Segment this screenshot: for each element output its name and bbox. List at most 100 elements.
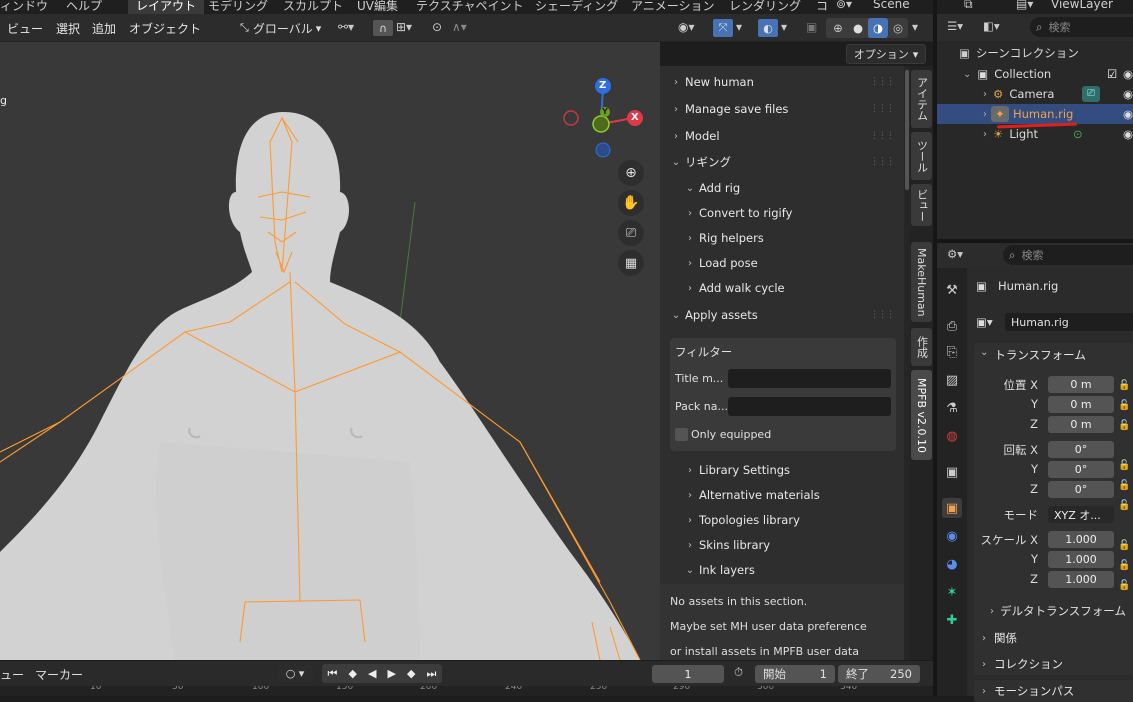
asset-section-skins-library[interactable]: › Skins library xyxy=(660,533,910,557)
chevron-down-icon[interactable]: ⌄ xyxy=(980,347,988,358)
tab-animation[interactable]: アニメーション xyxy=(631,0,715,14)
falloff-icon[interactable]: ∧▾ xyxy=(452,20,467,34)
menu-select[interactable]: 選択 xyxy=(56,20,80,37)
tab-rendering[interactable]: レンダリング xyxy=(729,0,801,14)
location-y-field[interactable]: 0 m xyxy=(1048,396,1114,413)
tab-modeling[interactable]: モデリング xyxy=(208,0,268,14)
menu-add[interactable]: 追加 xyxy=(92,20,116,37)
data-browse-icon[interactable]: ▣▾ xyxy=(976,313,1004,331)
timeline-ruler[interactable]: 10 50 100 150 200 240 250 290 300 340 xyxy=(0,686,933,696)
panel-item-load-pose[interactable]: › Load pose xyxy=(660,251,910,275)
rotation-y-field[interactable]: 0° xyxy=(1048,461,1114,478)
solid-shading-icon[interactable]: ● xyxy=(850,20,866,36)
scene-collection-row[interactable]: ▣ シーンコレクション xyxy=(937,43,1133,63)
drag-handle-icon[interactable]: ⋮⋮⋮ xyxy=(870,157,895,167)
snap-target-icon[interactable]: ⊞▾ xyxy=(396,20,412,34)
tab-sculpt[interactable]: スカルプト xyxy=(283,0,343,14)
overlay-toggle-icon[interactable]: ◐ xyxy=(757,18,779,38)
drag-handle-icon[interactable]: ⋮⋮⋮ xyxy=(870,77,895,87)
particles-tab-icon[interactable]: ◕ xyxy=(942,554,962,574)
world-tab-icon[interactable]: ◍ xyxy=(942,426,962,446)
title-filter-input[interactable] xyxy=(728,369,891,388)
timeline-view-menu[interactable]: ュー xyxy=(0,666,24,683)
eye-icon[interactable]: ◉ xyxy=(1123,107,1133,121)
gizmo-toggle-icon[interactable]: ⤧ xyxy=(712,18,734,38)
panel-item-convert-to-rigify[interactable]: › Convert to rigify xyxy=(660,201,910,225)
tab-create[interactable]: 作成 xyxy=(911,328,932,366)
asset-section-library-settings[interactable]: › Library Settings xyxy=(660,458,910,482)
xray-icon[interactable]: ▣ xyxy=(806,20,817,34)
end-frame-field[interactable]: 終了 250 xyxy=(838,665,920,683)
tab-uv[interactable]: UV編集 xyxy=(357,0,398,14)
rotation-z-field[interactable]: 0° xyxy=(1048,481,1114,498)
next-keyframe-icon[interactable]: ◆ xyxy=(407,667,415,680)
scene-icon[interactable]: ⊚▾ xyxy=(836,0,852,11)
menu-object[interactable]: オブジェクト xyxy=(129,20,201,37)
chevron-down-icon[interactable]: ⌄ xyxy=(963,69,971,80)
rotation-mode-dropdown[interactable]: XYZ オ... xyxy=(1048,506,1114,523)
panel-item-add-rig[interactable]: ⌄ Add rig xyxy=(660,176,910,200)
tab-tool[interactable]: ツール xyxy=(911,132,932,180)
chevron-right-icon[interactable]: › xyxy=(983,89,987,100)
tool-tab-icon[interactable]: ⚒ xyxy=(942,280,962,300)
panel-item-rig-helpers[interactable]: › Rig helpers xyxy=(660,226,910,250)
proportional-edit-icon[interactable]: ⊙ xyxy=(432,20,442,34)
play-icon[interactable]: ▶ xyxy=(388,667,396,680)
ortho-grid-icon[interactable]: ▦ xyxy=(618,250,644,276)
viewlayer-name[interactable]: ViewLayer xyxy=(1051,0,1113,11)
panel-item-model[interactable]: › Model ⋮⋮⋮ xyxy=(660,124,910,148)
modifier-tab-icon[interactable]: ◉ xyxy=(942,526,962,546)
armature-data-tab-icon[interactable]: ✚ xyxy=(942,610,962,630)
editor-type-icon[interactable]: ☰▾ xyxy=(947,19,963,33)
outliner-row-human-rig[interactable]: › ✦ Human.rig ◉ xyxy=(937,104,1133,124)
visibility-icon[interactable]: ◉▾ xyxy=(678,20,695,34)
motion-paths-panel[interactable]: › モーションパス xyxy=(974,680,1133,702)
checkbox-icon[interactable]: ☑ xyxy=(1107,67,1117,81)
asset-section-topologies-library[interactable]: › Topologies library xyxy=(660,508,910,532)
properties-search[interactable]: ⌕ 検索 xyxy=(1003,245,1133,265)
tab-item[interactable]: アイテム xyxy=(911,70,932,128)
asset-section-ink-layers[interactable]: ⌄ Ink layers xyxy=(660,558,910,582)
lock-icons[interactable]: 🔓 🔓 🔓 🔓 🔓 🔓 🔓 🔓 🔓 xyxy=(1118,376,1133,591)
location-z-field[interactable]: 0 m xyxy=(1048,416,1114,433)
rendered-shading-icon[interactable]: ◎ xyxy=(890,20,906,36)
play-reverse-icon[interactable]: ◀ xyxy=(368,667,376,680)
editor-type-icon[interactable]: ⚙▾ xyxy=(947,247,963,261)
camera-view-icon[interactable]: ⎚ xyxy=(618,220,644,246)
jump-end-icon[interactable]: ⏭ xyxy=(427,667,437,681)
asset-section-alternative-materials[interactable]: › Alternative materials xyxy=(660,483,910,507)
keyframe-type-dropdown[interactable]: ○ ▾ xyxy=(276,664,314,683)
render-tab-icon[interactable]: ⎙ xyxy=(942,316,962,336)
menu-help[interactable]: ヘルプ xyxy=(66,0,102,14)
physics-tab-icon[interactable]: ✶ xyxy=(942,582,962,602)
pivot-icon[interactable]: ⚯▾ xyxy=(338,20,354,34)
eye-icon[interactable]: ◉ xyxy=(1123,67,1133,81)
panel-item-manage-save-files[interactable]: › Manage save files ⋮⋮⋮ xyxy=(660,97,910,121)
scale-x-field[interactable]: 1.000 xyxy=(1048,531,1114,548)
relations-panel[interactable]: › 関係 xyxy=(974,627,1133,649)
prev-keyframe-icon[interactable]: ◆ xyxy=(348,667,356,680)
light-data-icon[interactable]: ⊙ xyxy=(1073,127,1083,141)
tab-shading[interactable]: シェーディング xyxy=(535,0,618,14)
overlay-menu-icon[interactable]: ▾ xyxy=(781,20,787,34)
display-mode-icon[interactable]: ◧▾ xyxy=(983,19,1000,33)
chevron-right-icon[interactable]: › xyxy=(983,109,987,120)
camera-data-icon[interactable]: ⎚ xyxy=(1082,86,1100,102)
viewlayer-icon[interactable]: ▤▾ xyxy=(1016,0,1033,11)
panel-item-new-human[interactable]: › New human ⋮⋮⋮ xyxy=(660,70,910,94)
drag-handle-icon[interactable]: ⋮⋮⋮ xyxy=(870,310,895,320)
tab-layout[interactable]: レイアウト xyxy=(128,0,205,14)
outliner-search[interactable]: ⌕ 検索 xyxy=(1030,17,1133,37)
jump-start-icon[interactable]: ⏮ xyxy=(328,667,338,681)
drag-handle-icon[interactable]: ⋮⋮⋮ xyxy=(870,104,895,114)
object-tab-icon[interactable]: ▣ xyxy=(942,498,962,518)
shading-menu-icon[interactable]: ▾ xyxy=(912,20,918,34)
object-name-field[interactable]: Human.rig xyxy=(1005,313,1133,331)
scale-y-field[interactable]: 1.000 xyxy=(1048,551,1114,568)
zoom-icon[interactable]: ⊕ xyxy=(618,160,644,186)
gizmo-menu-icon[interactable]: ▾ xyxy=(736,20,742,34)
eye-icon[interactable]: ◉ xyxy=(1123,127,1133,141)
scene-name[interactable]: Scene xyxy=(873,0,910,11)
tab-texture-paint[interactable]: テクスチャペイント xyxy=(416,0,524,14)
delta-transform-row[interactable]: › デルタトランスフォーム xyxy=(990,603,1126,619)
